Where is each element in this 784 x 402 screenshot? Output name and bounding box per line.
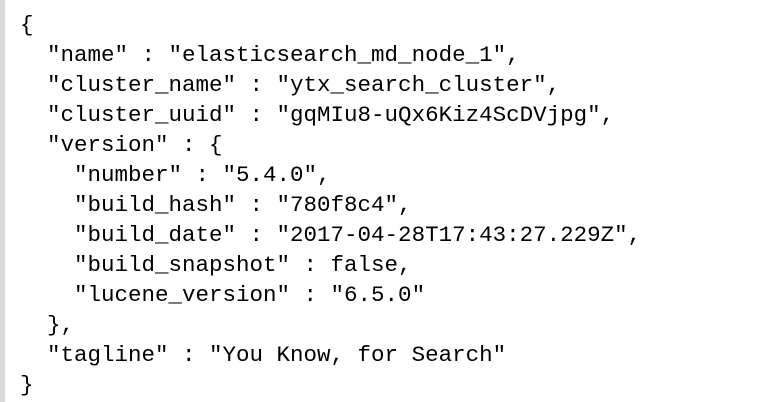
json-line-version-close: },	[20, 312, 75, 338]
json-line-cluster-uuid: "cluster_uuid" : "gqMIu8-uQx6Kiz4ScDVjpg…	[20, 102, 615, 128]
json-line-build-hash: "build_hash" : "780f8c4",	[20, 192, 412, 218]
json-line-tagline: "tagline" : "You Know, for Search"	[20, 342, 507, 368]
json-response-viewer: { "name" : "elasticsearch_md_node_1", "c…	[0, 0, 784, 402]
json-line-build-date: "build_date" : "2017-04-28T17:43:27.229Z…	[20, 222, 642, 248]
json-line-name: "name" : "elasticsearch_md_node_1",	[20, 42, 520, 68]
json-line-cluster-name: "cluster_name" : "ytx_search_cluster",	[20, 72, 561, 98]
json-line-version-open: "version" : {	[20, 132, 223, 158]
json-line-close-brace: }	[20, 372, 34, 398]
json-text-block[interactable]: { "name" : "elasticsearch_md_node_1", "c…	[20, 10, 641, 400]
json-line-lucene-version: "lucene_version" : "6.5.0"	[20, 282, 426, 308]
json-line-open-brace: {	[20, 12, 34, 38]
json-line-version-number: "number" : "5.4.0",	[20, 162, 331, 188]
json-line-build-snapshot: "build_snapshot" : false,	[20, 252, 412, 278]
left-border	[0, 0, 5, 402]
